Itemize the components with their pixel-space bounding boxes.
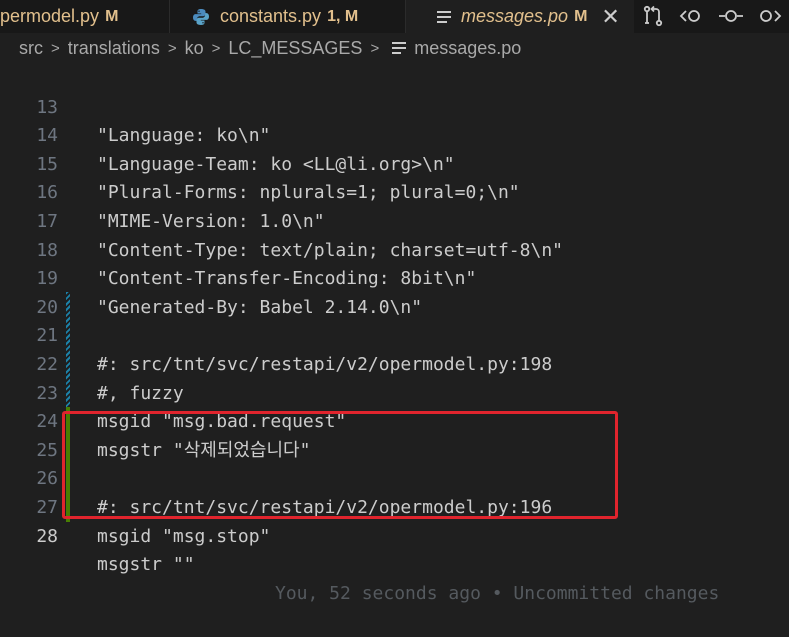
tab-label: messages.po (461, 6, 569, 26)
source-control-compare-icon[interactable] (639, 2, 667, 30)
breadcrumb-item[interactable]: src (0, 38, 48, 59)
breadcrumb-item[interactable]: ko (180, 38, 209, 59)
red-highlight-box (62, 411, 618, 519)
tab-messages-po[interactable]: messages.po M ✕ (406, 0, 634, 33)
code-line: 15 "Plural-Forms: nplurals=1; plural=0;\… (0, 122, 789, 204)
go-forward-icon[interactable] (755, 2, 783, 30)
editor-tab-bar: permodel.py M constants.py 1, M messages… (0, 0, 789, 33)
chevron-right-icon: > (51, 39, 60, 57)
git-blame-annotation: You, 52 seconds ago • Uncommitted change… (275, 582, 720, 604)
tab-constants-py[interactable]: constants.py 1, M (170, 0, 406, 33)
code-line: 19 "Generated-By: Babel 2.14.0\n" (0, 237, 789, 318)
close-icon[interactable]: ✕ (601, 5, 619, 28)
tab-label: permodel.py (0, 6, 100, 26)
line-text: msgid "msg.stop" (97, 525, 271, 547)
code-line: 20 (0, 265, 789, 318)
code-line: 16 "MIME-Version: 1.0\n" (0, 151, 789, 232)
code-line: 24 msgstr "삭제되었습니다" (0, 380, 789, 461)
breadcrumb-item[interactable]: messages.po (414, 38, 526, 59)
tab-status: M (574, 7, 588, 25)
tab-status: M (105, 7, 119, 25)
code-line: 21 #: src/tnt/svc/restapi/v2/opermodel.p… (0, 294, 789, 375)
code-line: 18 "Content-Transfer-Encoding: 8bit\n" (0, 208, 789, 290)
line-number: 28 (36, 525, 58, 547)
code-line: 17 "Content-Type: text/plain; charset=ut… (0, 179, 789, 261)
python-icon (193, 8, 209, 25)
breadcrumb-item[interactable]: LC_MESSAGES (223, 38, 367, 59)
breadcrumb-item[interactable]: translations (63, 38, 165, 59)
go-back-icon[interactable] (678, 2, 706, 30)
po-file-icon (392, 42, 407, 54)
chevron-right-icon: > (211, 39, 221, 57)
code-line: 23 msgid "msg.bad.request" (0, 351, 789, 433)
code-line: 13 "Language: ko\n" (0, 65, 789, 147)
po-file-icon (437, 10, 451, 23)
chevron-right-icon: > (370, 39, 380, 57)
breadcrumb: src > translations > ko > LC_MESSAGES > … (0, 33, 789, 63)
tab-status: 1, M (327, 7, 359, 25)
line-text: msgstr "" (97, 554, 195, 576)
chevron-right-icon: > (167, 39, 177, 57)
tab-label: constants.py (220, 6, 322, 26)
code-line: 14 "Language-Team: ko <LL@li.org>\n" (0, 94, 789, 175)
code-line: 22 #, fuzzy (0, 322, 789, 404)
go-dot-icon[interactable] (717, 2, 745, 30)
tab-permodel-py[interactable]: permodel.py M (0, 0, 170, 33)
code-editor[interactable]: 13 "Language: ko\n" 14 "Language-Team: k… (0, 63, 789, 604)
